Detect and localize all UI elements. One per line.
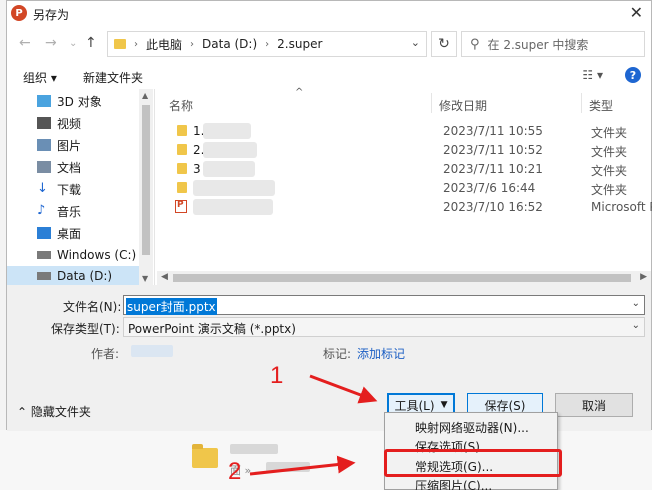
annotation-arrows <box>249 374 378 476</box>
annotation-arrow-2 <box>249 455 356 476</box>
annotation-arrow-1 <box>309 374 378 404</box>
